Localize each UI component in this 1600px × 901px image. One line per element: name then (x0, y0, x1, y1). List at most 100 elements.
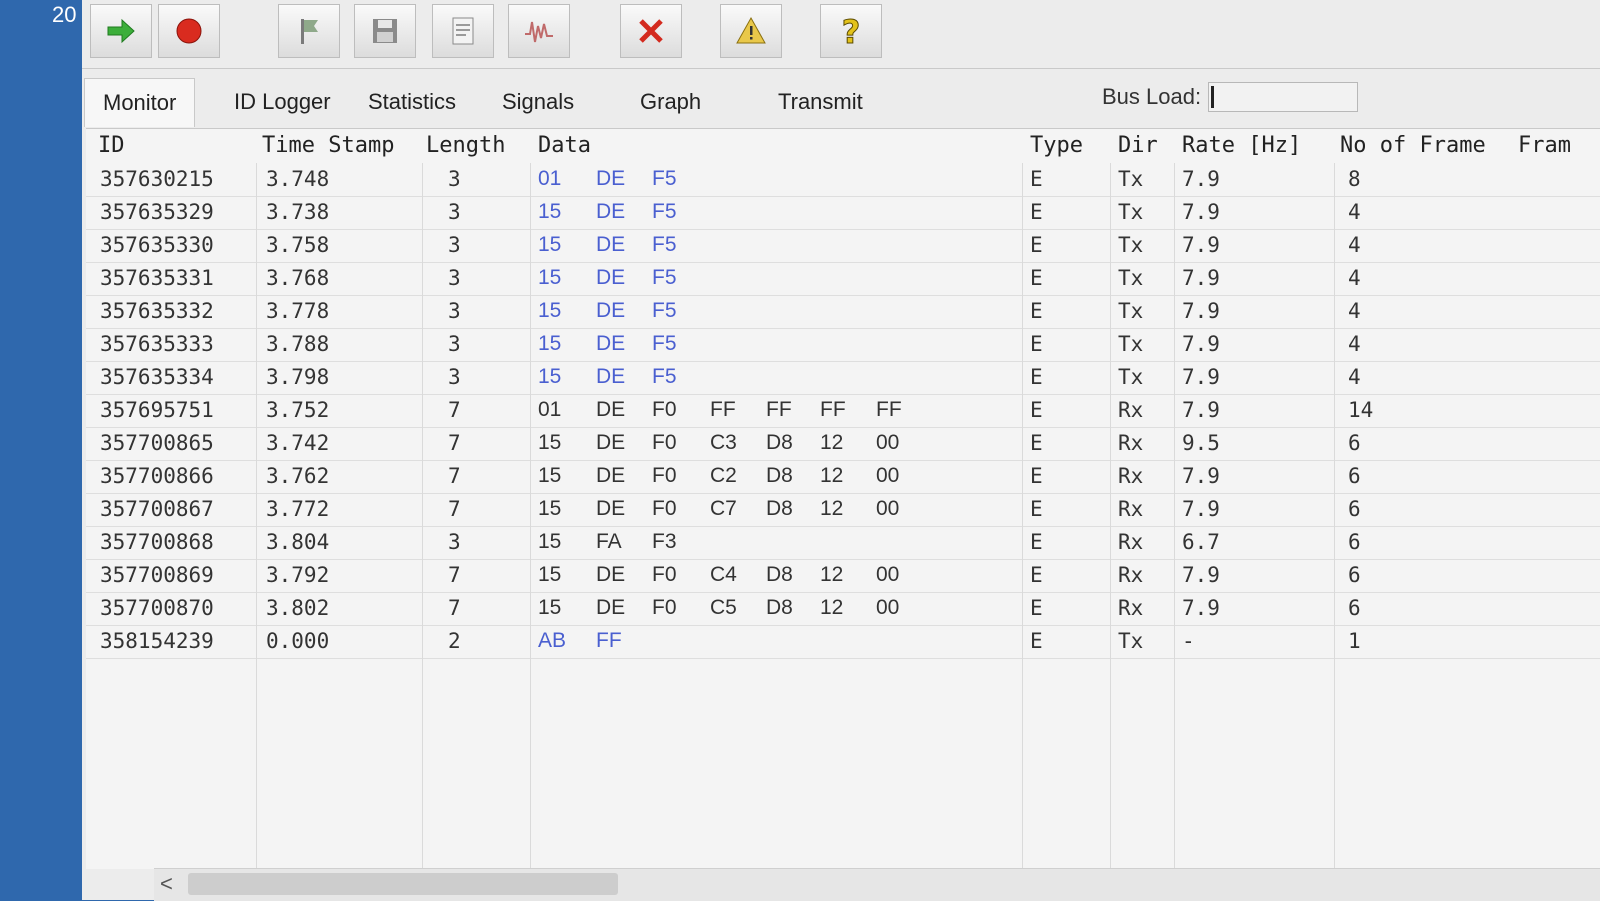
cell-data-byte: DE (596, 563, 626, 586)
cell-data-byte: 12 (820, 464, 844, 487)
cell-time-stamp: 3.748 (266, 167, 330, 191)
cell-data-byte: DE (596, 266, 626, 289)
cell-frames: 4 (1348, 365, 1361, 389)
col-id[interactable]: ID (98, 133, 125, 158)
cell-rate: 7.9 (1182, 233, 1220, 257)
cell-time-stamp: 3.768 (266, 266, 330, 290)
cell-data-byte: FF (820, 398, 846, 421)
cell-data-byte: 00 (876, 497, 900, 520)
cell-frames: 4 (1348, 233, 1361, 257)
cell-rate: - (1182, 629, 1195, 653)
tab-graph[interactable]: Graph (640, 78, 701, 126)
cell-type: E (1030, 332, 1043, 356)
tab-monitor[interactable]: Monitor (84, 78, 196, 127)
monitor-table: ID Time Stamp Length Data Type Dir Rate … (86, 128, 1600, 869)
tab-bar: Monitor ID Logger Statistics Signals Gra… (82, 78, 1600, 128)
col-fram[interactable]: Fram (1518, 133, 1571, 158)
signal-button[interactable] (508, 4, 570, 58)
filter-button[interactable] (278, 4, 340, 58)
table-row[interactable]: 357630215 3.748 3 E Tx 7.9 8 01 DE F5 (86, 163, 1600, 197)
table-row[interactable]: 357700869 3.792 7 E Rx 7.9 6 15 DE F0 C4 D8 12 00 (86, 559, 1600, 593)
col-rate[interactable]: Rate [Hz] (1182, 133, 1301, 158)
table-row[interactable]: 357635332 3.778 3 E Tx 7.9 4 15 DE F5 (86, 295, 1600, 329)
col-type[interactable]: Type (1030, 133, 1083, 158)
cell-time-stamp: 3.752 (266, 398, 330, 422)
cell-id: 357635331 (100, 266, 214, 290)
col-no-of-frame[interactable]: No of Frame (1340, 133, 1486, 158)
table-row[interactable]: 357700870 3.802 7 E Rx 7.9 6 15 DE F0 C5 D8 12 00 (86, 592, 1600, 626)
table-row[interactable]: 357635334 3.798 3 E Tx 7.9 4 15 DE F5 (86, 361, 1600, 395)
cell-type: E (1030, 596, 1043, 620)
cell-length: 3 (448, 167, 461, 191)
cell-time-stamp: 3.798 (266, 365, 330, 389)
cell-data-byte: FF (596, 629, 622, 652)
table-row[interactable]: 357700865 3.742 7 E Rx 9.5 6 15 DE F0 C3 D8 12 00 (86, 427, 1600, 461)
cell-id: 357635329 (100, 200, 214, 224)
cell-rate: 7.9 (1182, 167, 1220, 191)
tab-signals[interactable]: Signals (502, 78, 574, 126)
cell-time-stamp: 3.738 (266, 200, 330, 224)
cell-data-byte: 12 (820, 563, 844, 586)
table-row[interactable]: 357635331 3.768 3 E Tx 7.9 4 15 DE F5 (86, 262, 1600, 296)
export-button[interactable] (432, 4, 494, 58)
cell-type: E (1030, 497, 1043, 521)
cell-id: 357700865 (100, 431, 214, 455)
table-row[interactable]: 357635333 3.788 3 E Tx 7.9 4 15 DE F5 (86, 328, 1600, 362)
table-row[interactable]: 358154239 0.000 2 E Tx - 1 AB FF (86, 625, 1600, 659)
cell-dir: Rx (1118, 497, 1144, 521)
table-row[interactable]: 357635330 3.758 3 E Tx 7.9 4 15 DE F5 (86, 229, 1600, 263)
cell-data-byte: DE (596, 200, 626, 223)
cell-dir: Rx (1118, 431, 1144, 455)
tab-id-logger[interactable]: ID Logger (234, 78, 331, 126)
cell-data-byte: 15 (538, 266, 562, 289)
table-row[interactable]: 357635329 3.738 3 E Tx 7.9 4 15 DE F5 (86, 196, 1600, 230)
cell-type: E (1030, 629, 1043, 653)
cell-data-byte: F5 (652, 167, 677, 190)
cell-data-byte: 15 (538, 464, 562, 487)
cell-data-byte: 15 (538, 233, 562, 256)
col-dir[interactable]: Dir (1118, 133, 1158, 158)
col-length[interactable]: Length (426, 133, 505, 158)
cell-data-byte: 00 (876, 596, 900, 619)
help-button[interactable]: ? (820, 4, 882, 58)
cell-dir: Rx (1118, 464, 1144, 488)
cell-dir: Tx (1118, 332, 1144, 356)
cell-id: 357700869 (100, 563, 214, 587)
cell-length: 7 (448, 398, 461, 422)
cell-length: 3 (448, 233, 461, 257)
delete-button[interactable] (620, 4, 682, 58)
cell-dir: Tx (1118, 299, 1144, 323)
table-row[interactable]: 357700867 3.772 7 E Rx 7.9 6 15 DE F0 C7 D8 12 00 (86, 493, 1600, 527)
cell-data-byte: 01 (538, 167, 562, 190)
warning-button[interactable] (720, 4, 782, 58)
cell-id: 357700867 (100, 497, 214, 521)
tab-transmit[interactable]: Transmit (778, 78, 863, 126)
table-row[interactable]: 357695751 3.752 7 E Rx 7.9 14 01 DE F0 FF FF FF FF (86, 394, 1600, 428)
scroll-left-arrow-icon[interactable]: < (160, 871, 173, 897)
cell-data-byte: FF (710, 398, 736, 421)
start-button[interactable] (90, 4, 152, 58)
col-time-stamp[interactable]: Time Stamp (262, 133, 394, 158)
cell-rate: 7.9 (1182, 563, 1220, 587)
cell-data-byte: 00 (876, 563, 900, 586)
cell-data-byte: 00 (876, 431, 900, 454)
bus-load-bar (1208, 82, 1358, 112)
cell-dir: Rx (1118, 530, 1144, 554)
cell-type: E (1030, 233, 1043, 257)
cell-length: 3 (448, 332, 461, 356)
cell-data-byte: F0 (652, 497, 677, 520)
tab-statistics[interactable]: Statistics (368, 78, 456, 126)
cell-frames: 4 (1348, 299, 1361, 323)
horizontal-scrollbar[interactable]: < (154, 868, 1600, 901)
col-data[interactable]: Data (538, 133, 591, 158)
cell-type: E (1030, 464, 1043, 488)
save-button[interactable] (354, 4, 416, 58)
green-arrow-right-icon (107, 18, 135, 44)
cell-data-byte: 12 (820, 596, 844, 619)
stop-button[interactable] (158, 4, 220, 58)
cell-length: 7 (448, 596, 461, 620)
table-row[interactable]: 357700866 3.762 7 E Rx 7.9 6 15 DE F0 C2 D8 12 00 (86, 460, 1600, 494)
table-row[interactable]: 357700868 3.804 3 E Rx 6.7 6 15 FA F3 (86, 526, 1600, 560)
scrollbar-thumb[interactable] (188, 873, 618, 895)
cell-time-stamp: 3.788 (266, 332, 330, 356)
